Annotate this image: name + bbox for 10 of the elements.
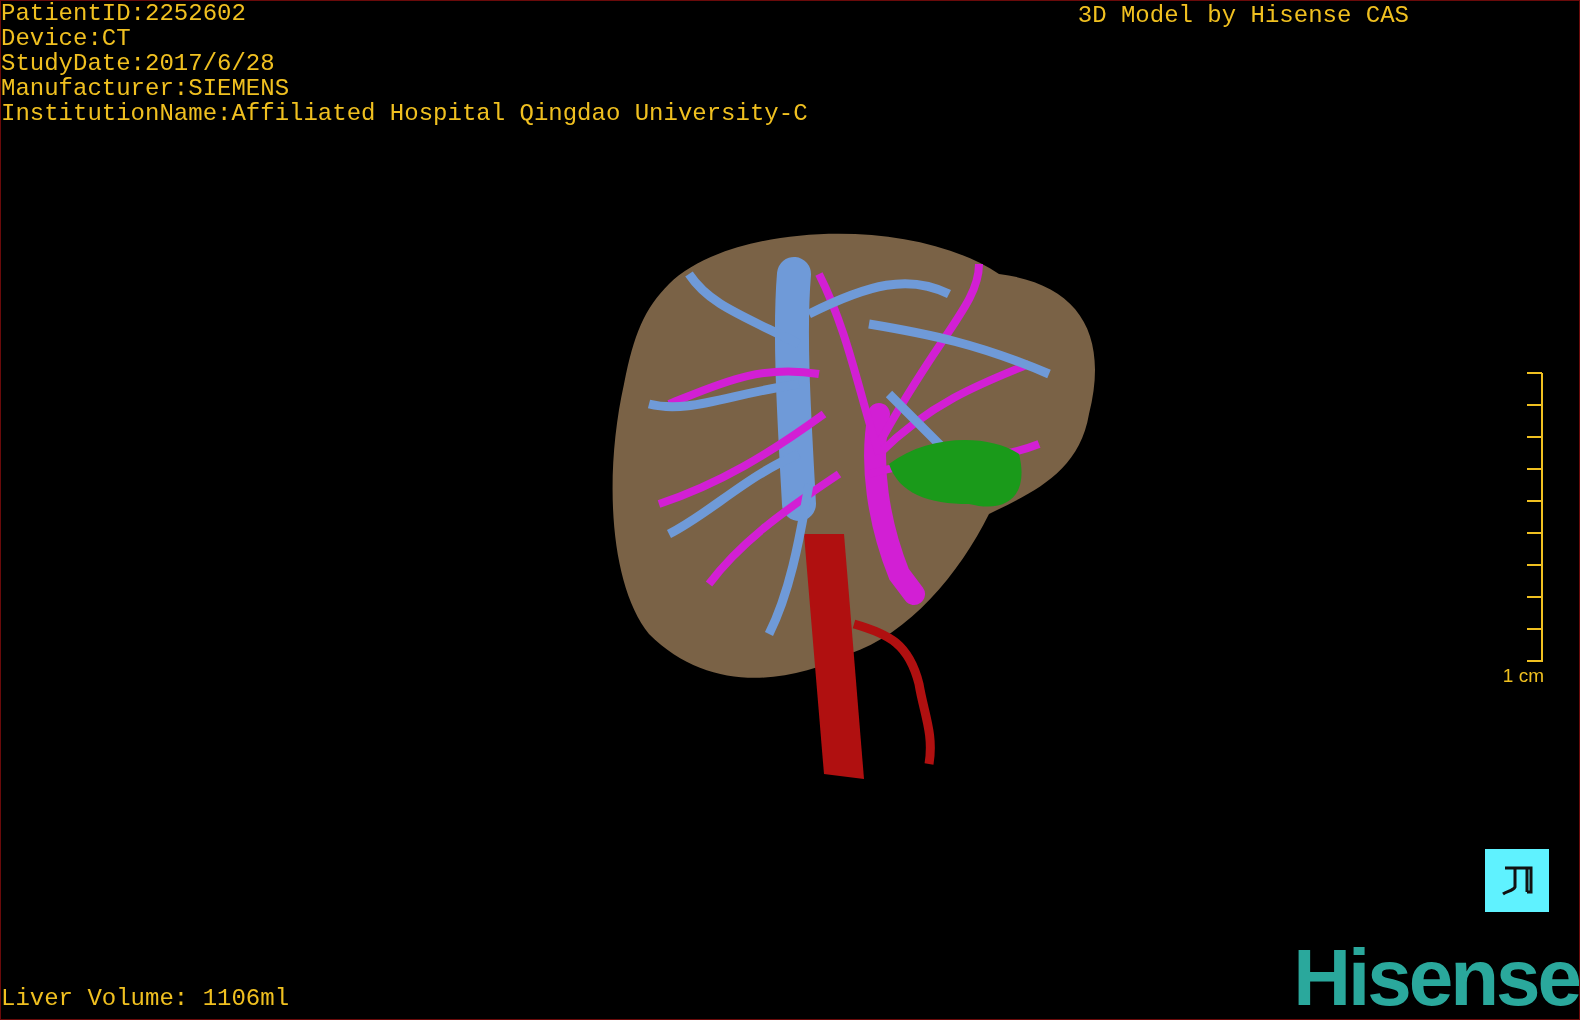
- info-line: StudyDate:2017/6/28: [1, 51, 276, 76]
- model-title: 3D Model by Hisense CAS: [1077, 1, 1409, 31]
- info-line: InstitutionName:Affiliated Hospital Qingdao University-C: [1, 101, 808, 126]
- info-line: Manufacturer:SIEMENS: [1, 76, 291, 101]
- info-line: Device:CT: [1, 26, 132, 51]
- info-line: PatientID:2252602: [1, 1, 247, 26]
- view-button[interactable]: [1485, 849, 1549, 912]
- scale-label: 1 cm: [1502, 665, 1544, 687]
- liver-volume: Liver Volume: 1106ml: [1, 985, 290, 1014]
- brand-logo: Hisense: [1293, 943, 1579, 1019]
